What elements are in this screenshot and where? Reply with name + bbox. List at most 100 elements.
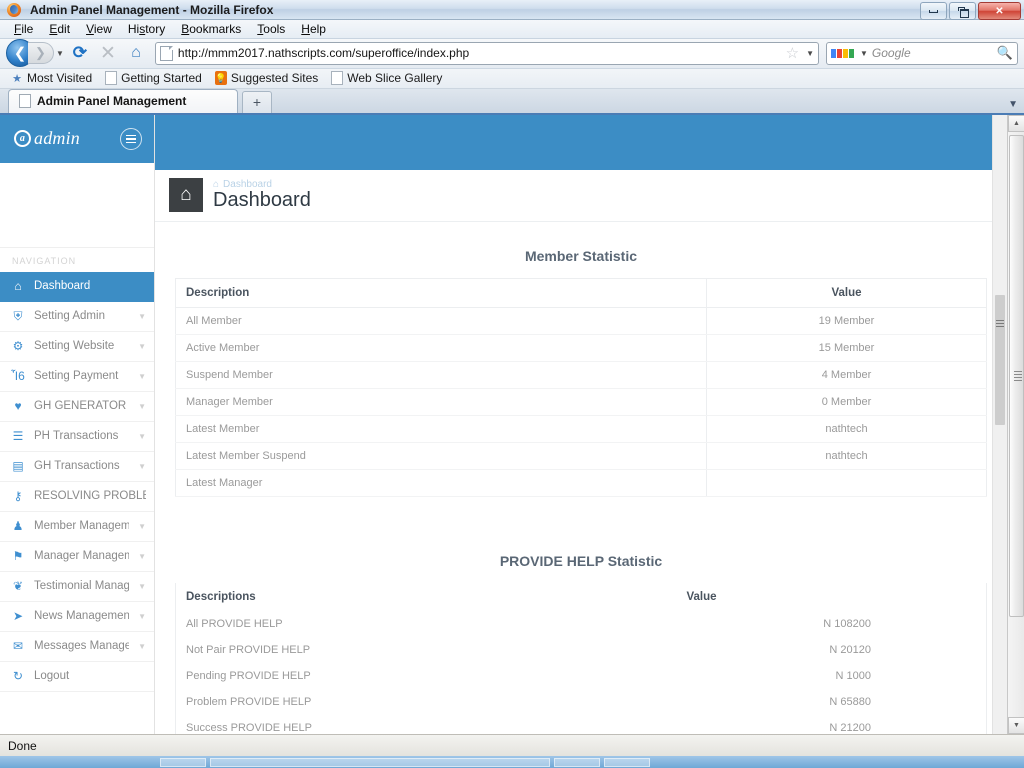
window-title: Admin Panel Management - Mozilla Firefox xyxy=(30,3,273,17)
home-icon[interactable]: ⌂ xyxy=(124,41,148,65)
brand-logo[interactable]: a admin xyxy=(14,128,80,149)
minimize-button[interactable] xyxy=(920,2,947,20)
menu-help[interactable]: Help xyxy=(293,20,334,38)
bookmark-label: Most Visited xyxy=(27,71,92,85)
table-row: Suspend Member4 Member xyxy=(176,361,987,388)
menu-history[interactable]: History xyxy=(120,20,173,38)
sidebar-item-setting-website[interactable]: ⚙Setting Website▼ xyxy=(0,332,154,362)
sidebar-item-news-management[interactable]: ➤News Management▼ xyxy=(0,602,154,632)
dashboard-home-icon: ⌂ xyxy=(169,178,203,212)
chevron-down-icon[interactable]: ▼ xyxy=(138,432,146,441)
search-input[interactable]: Google xyxy=(872,46,993,60)
chevron-down-icon[interactable]: ▼ xyxy=(138,402,146,411)
column-header: Value xyxy=(707,278,987,307)
sidebar-item-setting-admin[interactable]: ⛨Setting Admin▼ xyxy=(0,302,154,332)
scroll-up-arrow-icon[interactable]: ▲ xyxy=(1008,115,1024,132)
new-tab-button[interactable]: + xyxy=(242,91,272,113)
bookmark-label: Web Slice Gallery xyxy=(347,71,442,85)
url-bar[interactable]: http://mmm2017.nathscripts.com/superoffi… xyxy=(155,42,819,65)
bookmark-web-slice-gallery[interactable]: Web Slice Gallery xyxy=(326,70,447,86)
table-row: All Member19 Member xyxy=(176,307,987,334)
chevron-down-icon[interactable]: ▼ xyxy=(138,342,146,351)
status-text: Done xyxy=(8,739,37,753)
chevron-down-icon[interactable]: ▼ xyxy=(138,522,146,531)
chevron-down-icon[interactable]: ▼ xyxy=(138,642,146,651)
sidebar-item-label: Setting Payment xyxy=(34,370,129,382)
sidebar-item-ph-transactions[interactable]: ☰PH Transactions▼ xyxy=(0,422,154,452)
bank-icon: Ἶ6 xyxy=(11,369,25,383)
close-button[interactable]: ✕ xyxy=(978,2,1021,20)
page-inner-scroll-thumb[interactable] xyxy=(995,295,1005,425)
sidebar-item-setting-payment[interactable]: Ἶ6 Setting Payment ▼ xyxy=(0,362,154,392)
taskbar-item[interactable] xyxy=(604,758,650,767)
sidebar-item-testimonial-management[interactable]: ❦Testimonial Management▼ xyxy=(0,572,154,602)
bookmark-most-visited[interactable]: ★ Most Visited xyxy=(6,70,97,86)
row-value: N 20120 xyxy=(687,637,987,663)
bookmark-getting-started[interactable]: Getting Started xyxy=(100,70,207,86)
sidebar-item-logout[interactable]: ↻Logout xyxy=(0,662,154,692)
sidebar-item-gh-transactions[interactable]: ▤GH Transactions▼ xyxy=(0,452,154,482)
forward-button[interactable]: ❯ xyxy=(28,42,54,64)
maximize-button[interactable] xyxy=(949,2,976,20)
menu-view[interactable]: View xyxy=(78,20,120,38)
search-engine-dropdown-icon[interactable]: ▼ xyxy=(860,49,868,58)
menu-bookmarks[interactable]: Bookmarks xyxy=(173,20,249,38)
tab-list-dropdown-icon[interactable]: ▼ xyxy=(1008,99,1018,110)
reload-icon[interactable]: ⟳ xyxy=(68,41,92,65)
sidebar-item-member-management[interactable]: ♟Member Management▼ xyxy=(0,512,154,542)
taskbar-item[interactable] xyxy=(160,758,206,767)
taskbar-item[interactable] xyxy=(554,758,600,767)
row-value: N 21200 xyxy=(687,715,987,734)
bulb-icon: 💡 xyxy=(215,71,227,85)
row-description: Pending PROVIDE HELP xyxy=(176,663,687,689)
chevron-down-icon[interactable]: ▼ xyxy=(138,462,146,471)
sidebar-item-dashboard[interactable]: ⌂ Dashboard xyxy=(0,272,154,302)
column-header: Value xyxy=(687,583,987,611)
trophy-icon: ⚑ xyxy=(11,549,25,563)
url-dropdown-icon[interactable]: ▼ xyxy=(806,49,814,58)
chevron-down-icon[interactable]: ▼ xyxy=(138,552,146,561)
table-row: Active Member15 Member xyxy=(176,334,987,361)
table-header-row: DescriptionValue xyxy=(176,278,987,307)
bookmark-star-icon[interactable]: ☆ xyxy=(786,44,799,62)
history-dropdown-icon[interactable]: ▼ xyxy=(56,49,64,58)
section-spacer xyxy=(155,497,1007,527)
money-icon: ▤ xyxy=(11,459,25,473)
menu-file[interactable]: File xyxy=(6,20,41,38)
tab-strip: Admin Panel Management + ▼ xyxy=(0,89,1024,115)
search-icon[interactable]: 🔍 xyxy=(997,45,1013,61)
sidebar-item-label: Logout xyxy=(34,670,146,682)
sidebar-item-manager-management[interactable]: ⚑Manager Management▼ xyxy=(0,542,154,572)
sidebar: a admin NAVIGATION ⌂Dashboard⛨Setting Ad… xyxy=(0,115,155,734)
page-header: ⌂ ⌂ Dashboard Dashboard xyxy=(155,170,1007,222)
bookmark-suggested-sites[interactable]: 💡 Suggested Sites xyxy=(210,70,323,86)
comments-icon: ❦ xyxy=(11,579,25,593)
sidebar-item-messages-management[interactable]: ✉Messages Management▼ xyxy=(0,632,154,662)
chevron-down-icon[interactable]: ▼ xyxy=(138,612,146,621)
search-bar[interactable]: ▼ Google 🔍 xyxy=(826,42,1018,65)
sidebar-item-resolving-problem[interactable]: ⚷RESOLVING PROBLEM xyxy=(0,482,154,512)
chevron-down-icon[interactable]: ▼ xyxy=(138,372,146,381)
menu-edit[interactable]: Edit xyxy=(41,20,78,38)
sidebar-item-gh-generator[interactable]: ♥GH GENERATOR▼ xyxy=(0,392,154,422)
hamburger-menu-icon[interactable] xyxy=(120,128,142,150)
chevron-down-icon[interactable]: ▼ xyxy=(138,312,146,321)
row-value: nathtech xyxy=(707,442,987,469)
sidebar-item-label: Messages Management xyxy=(34,640,129,652)
scroll-down-arrow-icon[interactable]: ▼ xyxy=(1008,717,1024,734)
table-row: Latest Member Suspendnathtech xyxy=(176,442,987,469)
stop-icon[interactable]: ✕ xyxy=(96,41,120,65)
taskbar-item[interactable] xyxy=(210,758,550,767)
table-row: Latest Manager xyxy=(176,469,987,496)
chevron-down-icon[interactable]: ▼ xyxy=(138,582,146,591)
menu-tools[interactable]: Tools xyxy=(249,20,293,38)
scroll-thumb[interactable] xyxy=(1009,135,1024,617)
sidebar-item-label: Dashboard xyxy=(34,280,146,292)
column-header: Descriptions xyxy=(176,583,687,611)
tab-admin-panel-management[interactable]: Admin Panel Management xyxy=(8,89,238,113)
home-icon: ⌂ xyxy=(11,279,25,293)
page-inner-scrollbar[interactable] xyxy=(992,115,1007,734)
browser-scrollbar[interactable]: ▲ ▼ xyxy=(1007,115,1024,734)
google-logo-icon xyxy=(831,49,854,58)
sidebar-item-label: RESOLVING PROBLEM xyxy=(34,490,146,502)
